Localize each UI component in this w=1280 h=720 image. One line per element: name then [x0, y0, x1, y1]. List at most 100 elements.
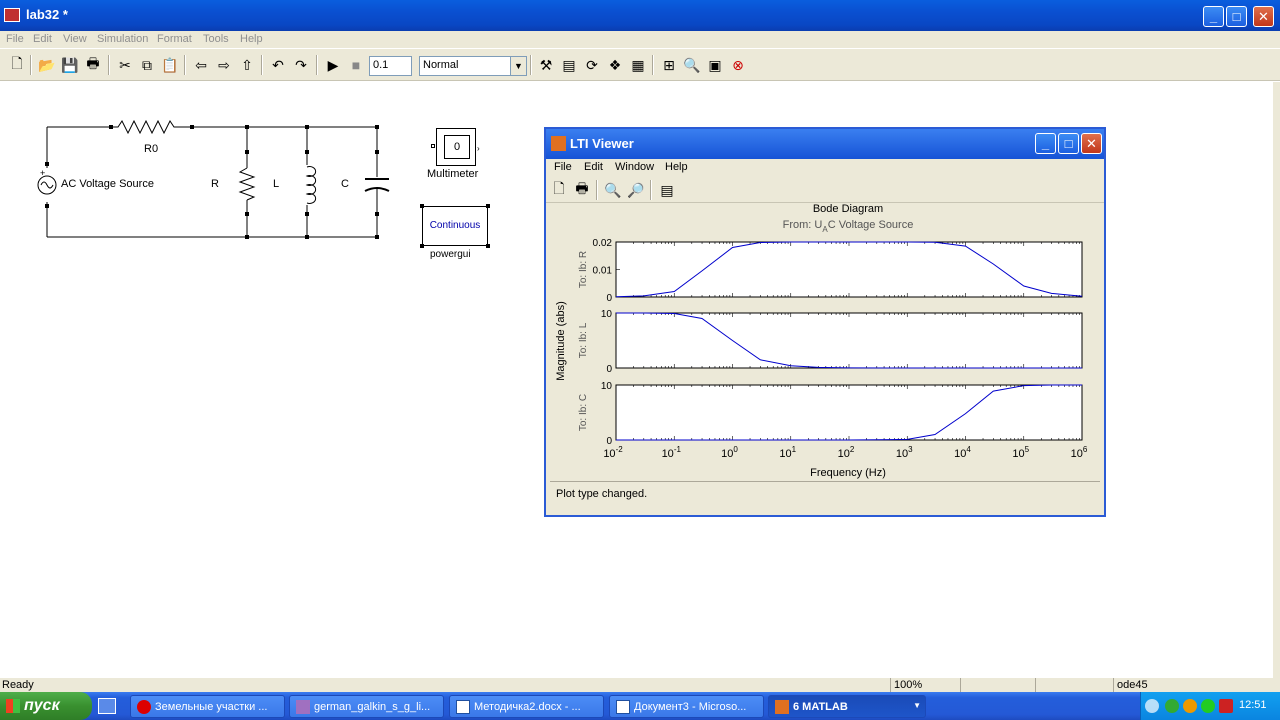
taskbar-item-matlab[interactable]: 6 MATLAB ▼	[768, 695, 926, 718]
y-tick-label: 0	[606, 436, 612, 447]
taskbar-item-opera[interactable]: Земельные участки ...	[130, 695, 285, 718]
taskbar-item-label: Методичка2.docx - ...	[474, 701, 581, 713]
matlab-icon	[551, 136, 566, 151]
toolbar-separator	[652, 55, 654, 75]
opera-icon	[137, 700, 151, 714]
subplot-axes	[615, 241, 1083, 298]
toolbar-separator	[650, 180, 652, 200]
system-tray: 12:51	[1140, 692, 1280, 720]
multimeter-display: 0	[444, 135, 470, 159]
document-icon	[296, 700, 310, 714]
plot-configurations-icon[interactable]: ▤	[657, 180, 677, 200]
lti-menu-file[interactable]: File	[554, 161, 572, 173]
y-tick-label: 0	[606, 293, 612, 304]
ac-source-block[interactable]	[47, 166, 49, 202]
selection-handle	[486, 204, 490, 208]
lti-titlebar: LTI Viewer _ □ ✕	[546, 129, 1104, 159]
r0-label: R0	[144, 143, 159, 155]
tray-app-icon[interactable]	[1201, 699, 1215, 713]
x-tick-label: 102	[838, 445, 855, 460]
tray-expand-icon[interactable]	[1145, 699, 1159, 713]
x-axis-label: Frequency (Hz)	[810, 467, 886, 479]
minimize-button[interactable]: _	[1203, 6, 1224, 27]
y-tick-label: 0.01	[593, 266, 613, 277]
zoom-in-icon[interactable]: 🔍	[603, 180, 623, 200]
close-button[interactable]: ✕	[1253, 6, 1274, 27]
lti-menu-help[interactable]: Help	[665, 161, 688, 173]
bode-plot-area[interactable]: Bode Diagram From: UAC Voltage Source 0 0.0…	[550, 203, 1100, 480]
taskbar-item-word-2[interactable]: Документ3 - Microso...	[609, 695, 764, 718]
lti-menu-window[interactable]: Window	[615, 161, 654, 173]
plot-title: Bode Diagram	[813, 204, 883, 215]
print-icon[interactable]: 🖶	[572, 180, 592, 200]
start-button[interactable]: пуск	[0, 692, 92, 720]
c-label: C	[341, 178, 349, 190]
maximize-button[interactable]: □	[1226, 6, 1247, 27]
update-diagram-icon[interactable]: ▤	[559, 55, 579, 75]
output-port-icon: ›	[477, 144, 480, 153]
model-browser-icon[interactable]: ▦	[628, 55, 648, 75]
word-icon	[616, 700, 630, 714]
target-icon[interactable]: ⊗	[728, 55, 748, 75]
toolbar-separator	[596, 180, 598, 200]
y-tick-label: 10	[601, 309, 613, 320]
selection-handle	[420, 204, 424, 208]
taskbar-item-word-1[interactable]: Методичка2.docx - ...	[449, 695, 604, 718]
x-tick-label: 10-1	[662, 445, 682, 460]
bode-diagram[interactable]: Bode Diagram From: UAC Voltage Source 0 0.0…	[550, 203, 1100, 480]
lti-menu-edit[interactable]: Edit	[584, 161, 603, 173]
start-label: пуск	[24, 697, 60, 714]
status-empty	[1035, 678, 1113, 692]
chevron-down-icon[interactable]: ▼	[913, 701, 921, 710]
y-axis-label: Magnitude (abs)	[555, 301, 567, 381]
matlab-icon	[775, 700, 789, 714]
debugger-icon[interactable]: 🔍	[682, 55, 702, 75]
tray-app-icon[interactable]	[1183, 699, 1197, 713]
taskbar-item-label: german_galkin_s_g_li...	[314, 701, 431, 713]
x-tick-label: 106	[1071, 445, 1088, 460]
subplot-label: To: Ib: C	[578, 394, 589, 431]
x-tick-label: 10-2	[603, 445, 623, 460]
powergui-label: powergui	[430, 249, 471, 260]
powergui-block[interactable]: Continuous	[422, 206, 488, 246]
status-zoom: 100%	[890, 678, 960, 692]
properties-icon[interactable]: ▣	[705, 55, 725, 75]
lti-menubar: File Edit Window Help	[546, 159, 1104, 177]
x-tick-label: 100	[721, 445, 738, 460]
status-solver: ode45	[1113, 678, 1253, 692]
model-explorer-icon[interactable]: ⊞	[659, 55, 679, 75]
lti-close-button[interactable]: ✕	[1081, 133, 1102, 154]
vertical-scrollbar[interactable]	[1273, 82, 1280, 678]
taskbar-item-label: Документ3 - Microso...	[634, 701, 747, 713]
multimeter-block[interactable]: 0	[436, 128, 476, 166]
y-tick-label: 0	[606, 364, 612, 375]
x-tick-label: 104	[954, 445, 971, 460]
x-tick-label: 101	[779, 445, 796, 460]
status-ready: Ready	[2, 679, 34, 691]
taskbar-item-pdf[interactable]: german_galkin_s_g_li...	[289, 695, 444, 718]
subplot-axes	[615, 384, 1083, 441]
show-desktop-icon[interactable]	[98, 698, 116, 714]
statusbar: Ready 100% ode45	[0, 678, 1280, 692]
lti-maximize-button[interactable]: □	[1058, 133, 1079, 154]
lti-title: LTI Viewer	[570, 136, 634, 151]
language-flag-icon[interactable]	[1219, 699, 1233, 713]
library-browser-icon[interactable]: ❖	[605, 55, 625, 75]
lti-minimize-button[interactable]: _	[1035, 133, 1056, 154]
r-label: R	[211, 178, 219, 190]
lti-status: Plot type changed.	[550, 481, 1100, 511]
taskbar-item-label: 6 MATLAB	[793, 701, 848, 713]
plot-subtitle: From: UAC Voltage Source	[783, 219, 914, 234]
taskbar-item-label: Земельные участки ...	[155, 701, 268, 713]
new-icon[interactable]: 🗋	[549, 180, 569, 200]
selection-handle	[486, 244, 490, 248]
refresh-icon[interactable]: ⟳	[582, 55, 602, 75]
build-icon[interactable]: ⚒	[536, 55, 556, 75]
l-label: L	[273, 178, 280, 190]
zoom-out-icon[interactable]: 🔎	[626, 180, 646, 200]
y-tick-label: 0.02	[593, 238, 613, 249]
network-icon[interactable]	[1165, 699, 1179, 713]
selection-handle	[420, 244, 424, 248]
y-tick-label: 10	[601, 381, 613, 392]
toolbar-separator	[530, 55, 532, 75]
